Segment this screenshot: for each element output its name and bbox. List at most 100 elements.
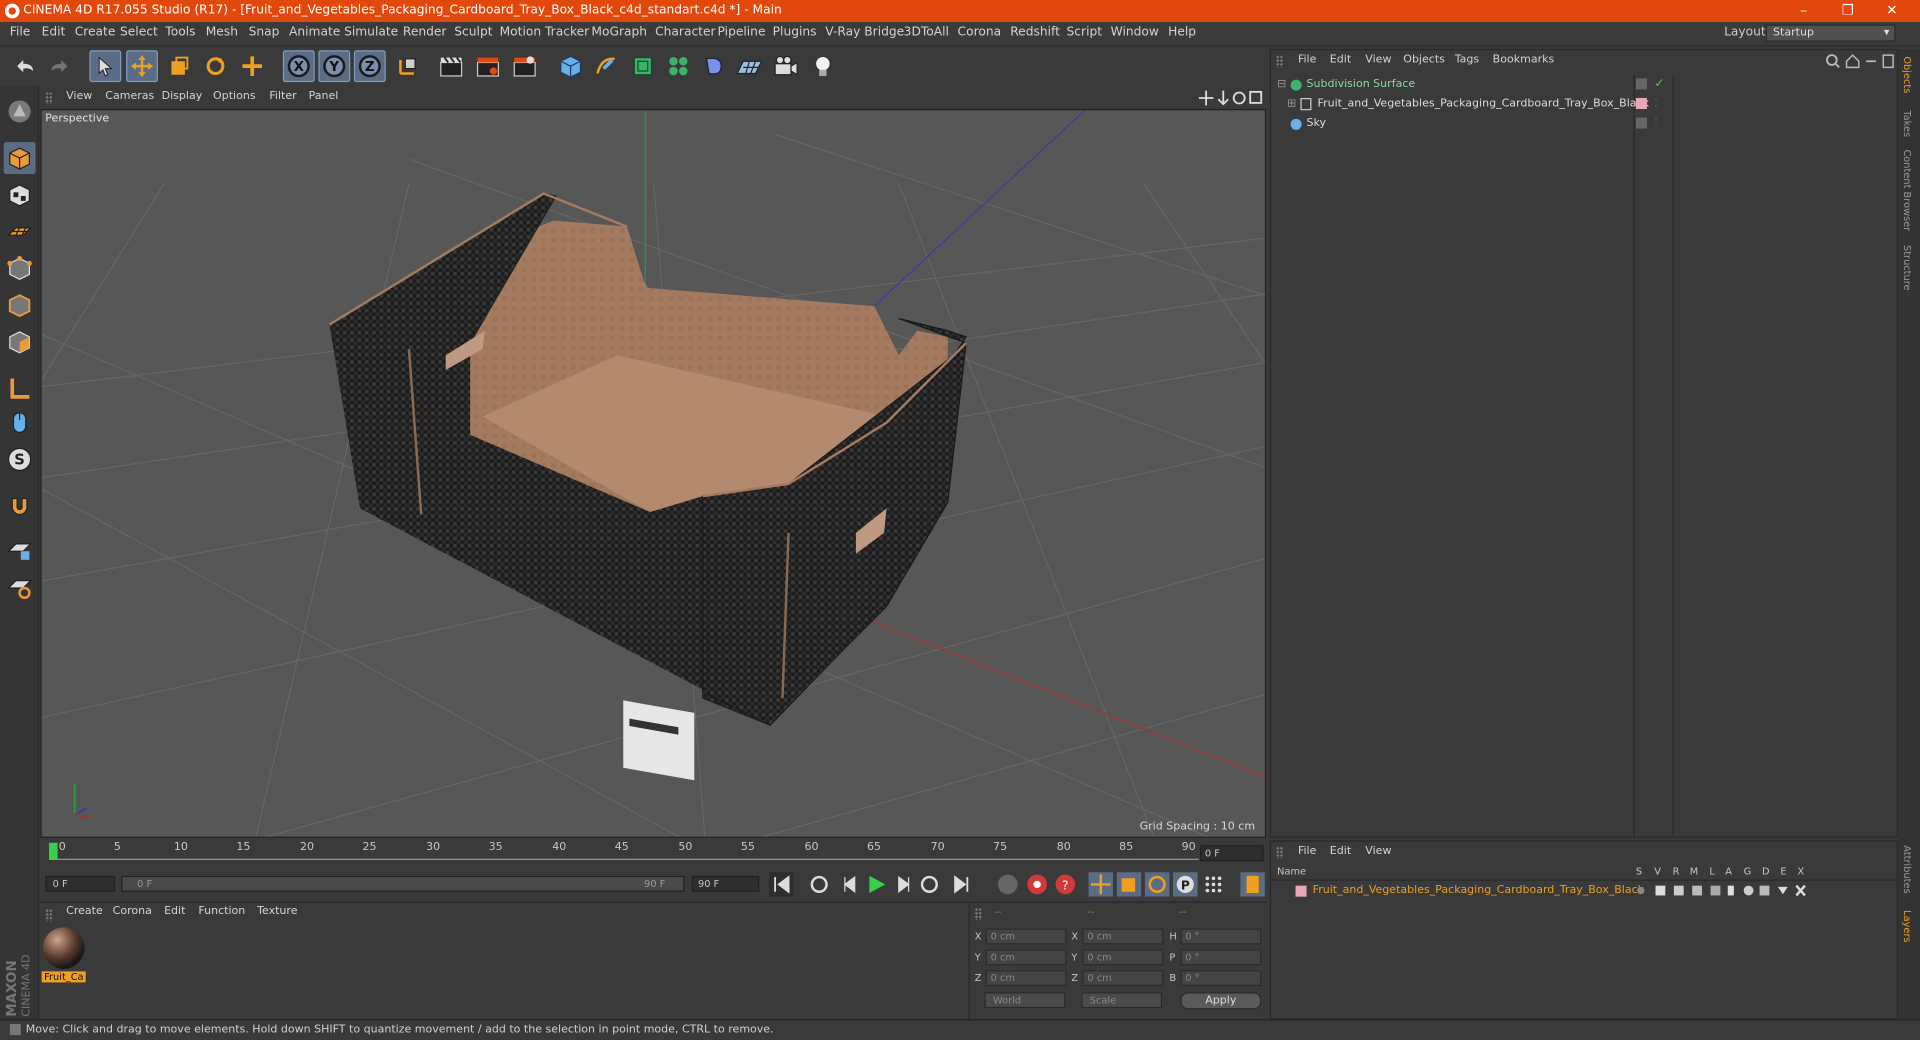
menu-snap[interactable]: Snap xyxy=(249,26,280,39)
material-swatch[interactable]: Fruit_Ca xyxy=(41,927,87,986)
layer-menu-file[interactable]: File xyxy=(1298,845,1316,857)
viewport-menu-view[interactable]: View xyxy=(66,91,92,103)
menu-character[interactable]: Character xyxy=(655,26,715,39)
edges-mode-button[interactable] xyxy=(4,289,36,321)
range-slider[interactable]: 0 F 90 F xyxy=(121,875,685,892)
menu-motion-tracker[interactable]: Motion Tracker xyxy=(500,26,590,39)
add-deformer-button[interactable] xyxy=(698,50,730,82)
tweak-mode-button[interactable] xyxy=(4,407,36,439)
undo-button[interactable] xyxy=(9,50,41,82)
apply-button[interactable]: Apply xyxy=(1180,992,1262,1010)
layer-menu-view[interactable]: View xyxy=(1365,845,1391,857)
layout-select[interactable]: Startup ▾ xyxy=(1765,24,1896,42)
texture-mode-button[interactable] xyxy=(4,179,36,211)
material-menu-corona[interactable]: Corona xyxy=(113,905,152,917)
keyframe-controls[interactable]: ? P xyxy=(996,872,1265,897)
menu-redshift[interactable]: Redshift xyxy=(1010,26,1060,39)
enabled-check-icon[interactable]: ✓ xyxy=(1654,75,1664,95)
move-tool-button[interactable] xyxy=(126,50,158,83)
layer-toggle-icons[interactable] xyxy=(1636,884,1807,897)
material-menu-edit[interactable]: Edit xyxy=(164,905,185,917)
locked-workplane-button[interactable] xyxy=(4,534,36,566)
3d-viewport[interactable]: Perspective Grid Spacing : 10 cm xyxy=(40,109,1267,838)
restore-button[interactable]: ❐ xyxy=(1826,0,1870,22)
size-y-field[interactable]: 0 cm xyxy=(1082,949,1164,966)
timeline-ruler[interactable]: 0 5 10 15 20 25 30 35 40 45 50 55 60 65 … xyxy=(40,839,1267,867)
add-mograph-button[interactable] xyxy=(662,50,694,82)
rotation-h-field[interactable]: 0 ° xyxy=(1180,928,1262,945)
viewport-menu-panel[interactable]: Panel xyxy=(309,91,339,103)
material-menu-texture[interactable]: Texture xyxy=(257,905,297,917)
end-frame-field[interactable]: 90 F xyxy=(691,875,760,892)
render-settings-button[interactable] xyxy=(509,50,541,82)
menu-render[interactable]: Render xyxy=(403,26,447,39)
size-x-field[interactable]: 0 cm xyxy=(1082,928,1164,945)
current-frame-field[interactable]: 0 F xyxy=(1200,845,1264,862)
rotate-tool-button[interactable] xyxy=(200,50,232,82)
points-mode-button[interactable] xyxy=(4,252,36,284)
minimize-button[interactable]: – xyxy=(1782,0,1826,22)
menu-corona[interactable]: Corona xyxy=(958,26,1002,39)
object-menu-tags[interactable]: Tags xyxy=(1455,54,1479,66)
magnet-button[interactable] xyxy=(4,490,36,522)
side-tab-layers[interactable]: Layers xyxy=(1902,910,1913,942)
viewport-menu-filter[interactable]: Filter xyxy=(269,91,296,103)
position-y-field[interactable]: 0 cm xyxy=(985,949,1067,966)
model-mode-button[interactable] xyxy=(3,142,36,174)
position-z-field[interactable]: 0 cm xyxy=(985,970,1067,987)
add-camera-button[interactable] xyxy=(770,50,802,82)
viewport-menu-options[interactable]: Options xyxy=(213,91,256,103)
planar-workplane-button[interactable] xyxy=(4,571,36,603)
object-row-tray-box[interactable]: ⊞ Fruit_and_Vegetables_Packaging_Cardboa… xyxy=(1271,94,1897,114)
scale-select[interactable]: Scale xyxy=(1081,992,1163,1009)
side-tab-content-browser[interactable]: Content Browser xyxy=(1902,149,1913,231)
object-row-sky[interactable]: Sky ⁚ xyxy=(1271,114,1897,134)
live-selection-button[interactable] xyxy=(236,50,268,82)
redo-button[interactable] xyxy=(44,50,76,82)
add-light-button[interactable] xyxy=(807,50,839,82)
menu-plugins[interactable]: Plugins xyxy=(773,26,817,39)
menu-vray-bridge[interactable]: V-Ray Bridge xyxy=(825,26,904,39)
object-menu-view[interactable]: View xyxy=(1365,54,1391,66)
add-spline-button[interactable] xyxy=(590,50,622,82)
visibility-dots-icon[interactable]: ⁚ xyxy=(1654,94,1658,114)
axis-mode-button[interactable] xyxy=(4,372,36,404)
layer-color-swatch[interactable] xyxy=(1295,885,1307,897)
side-tab-takes[interactable]: Takes xyxy=(1902,110,1913,137)
snapping-button[interactable]: S xyxy=(4,443,36,475)
axis-x-toggle[interactable]: X xyxy=(282,50,315,83)
menu-select[interactable]: Select xyxy=(120,26,158,39)
object-menu-edit[interactable]: Edit xyxy=(1330,54,1351,66)
position-x-field[interactable]: 0 cm xyxy=(985,928,1067,945)
menu-simulate[interactable]: Simulate xyxy=(344,26,398,39)
menu-help[interactable]: Help xyxy=(1168,26,1196,39)
side-tab-objects[interactable]: Objects xyxy=(1902,56,1913,93)
axis-y-toggle[interactable]: Y xyxy=(318,50,351,83)
expand-toggle-icon[interactable]: ⊞ xyxy=(1287,94,1296,114)
visibility-toggle[interactable] xyxy=(1635,117,1647,129)
add-environment-button[interactable] xyxy=(733,50,765,82)
render-view-button[interactable] xyxy=(436,50,468,82)
menu-window[interactable]: Window xyxy=(1111,26,1159,39)
visibility-toggle[interactable] xyxy=(1635,78,1647,90)
close-button[interactable]: ✕ xyxy=(1870,0,1914,22)
viewport-menu-cameras[interactable]: Cameras xyxy=(105,91,154,103)
axis-z-toggle[interactable]: Z xyxy=(353,50,386,83)
menu-pipeline[interactable]: Pipeline xyxy=(718,26,766,39)
add-cube-button[interactable] xyxy=(555,50,587,82)
workplane-mode-button[interactable] xyxy=(4,216,36,248)
layer-menu-edit[interactable]: Edit xyxy=(1330,845,1351,857)
add-subdivision-button[interactable] xyxy=(627,50,659,82)
playhead-marker[interactable] xyxy=(48,842,58,860)
menu-tools[interactable]: Tools xyxy=(165,26,195,39)
menu-script[interactable]: Script xyxy=(1067,26,1103,39)
select-tool-button[interactable] xyxy=(89,50,122,83)
side-tab-structure[interactable]: Structure xyxy=(1902,245,1913,291)
viewport-menu-display[interactable]: Display xyxy=(162,91,203,103)
material-menu-function[interactable]: Function xyxy=(198,905,245,917)
menu-create[interactable]: Create xyxy=(75,26,116,39)
render-picture-viewer-button[interactable] xyxy=(473,50,505,82)
menu-mesh[interactable]: Mesh xyxy=(206,26,238,39)
menu-animate[interactable]: Animate xyxy=(289,26,340,39)
viewport-nav-icons[interactable] xyxy=(1198,89,1263,106)
